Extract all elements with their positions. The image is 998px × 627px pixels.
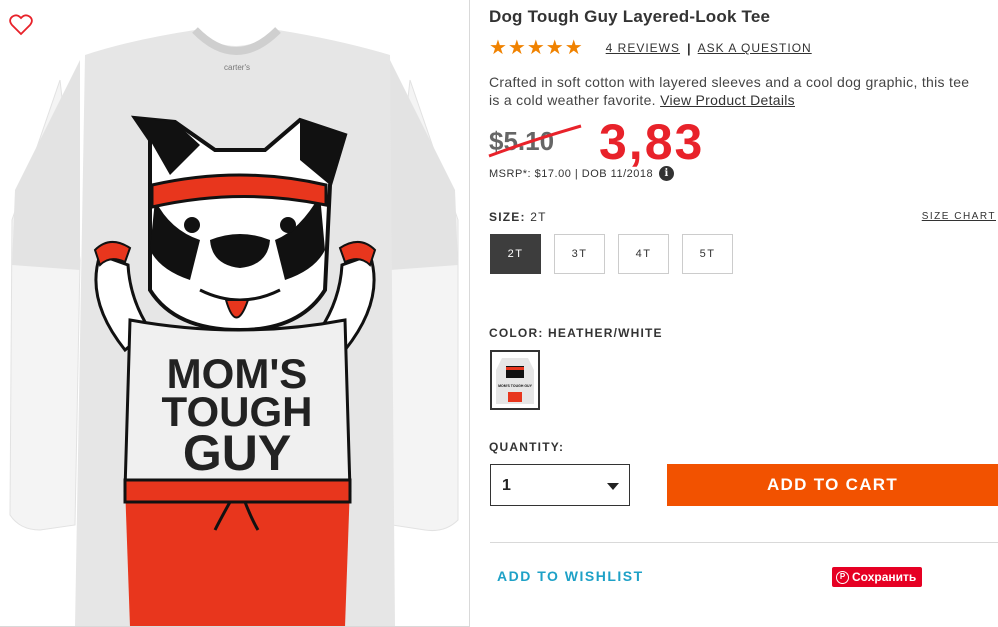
product-title: Dog Tough Guy Layered-Look Tee [489, 7, 771, 26]
quantity-select[interactable]: 1 [490, 464, 630, 506]
ask-question-link[interactable]: ASK A QUESTION [698, 41, 812, 55]
caret-down-icon [607, 483, 619, 490]
size-option-4t[interactable]: 4T [618, 234, 669, 274]
shirt-text-line3: GUY [183, 425, 291, 481]
rating-row: ★★★★★ 4 REVIEWS | ASK A QUESTION [489, 38, 812, 58]
product-image[interactable]: carter's MOM'S TOUGH GUY [0, 0, 470, 627]
size-selected-value: 2T [530, 210, 547, 224]
size-chart-link[interactable]: SIZE CHART [922, 211, 996, 222]
add-to-cart-button[interactable]: ADD TO CART [667, 464, 998, 506]
sale-price: 3,83 [599, 114, 705, 170]
msrp-line: MSRP*: $17.00 | DOB 11/2018 i [489, 166, 675, 181]
add-to-wishlist-link[interactable]: ADD TO WISHLIST [497, 568, 644, 584]
pinterest-save-label: Сохранить [852, 570, 917, 584]
size-option-2t[interactable]: 2T [490, 234, 541, 274]
size-label-text: SIZE: [489, 210, 526, 224]
color-swatch[interactable]: MOM'S TOUGH GUY [490, 350, 540, 410]
swatch-thumbnail: MOM'S TOUGH GUY [494, 354, 536, 406]
color-label: COLOR: HEATHER/WHITE [489, 326, 663, 340]
view-details-link[interactable]: View Product Details [660, 92, 795, 108]
divider [490, 542, 998, 543]
product-description: Crafted in soft cotton with layered slee… [489, 73, 984, 109]
product-image-panel: carter's MOM'S TOUGH GUY [0, 0, 470, 627]
pinterest-icon: P [836, 570, 849, 584]
rating-separator: | [687, 40, 691, 56]
star-rating-icon: ★★★★★ [489, 37, 584, 59]
info-icon[interactable]: i [659, 166, 675, 181]
size-options: 2T 3T 4T 5T [490, 234, 733, 274]
size-label: SIZE: 2T [489, 210, 547, 224]
favorite-heart-icon[interactable] [9, 14, 33, 36]
msrp-text: MSRP*: $17.00 | DOB 11/2018 [489, 167, 654, 180]
reviews-link[interactable]: 4 REVIEWS [606, 41, 680, 55]
swatch-text: MOM'S TOUGH GUY [498, 384, 532, 388]
size-option-5t[interactable]: 5T [682, 234, 733, 274]
quantity-value: 1 [502, 477, 511, 494]
brand-tag: carter's [224, 63, 250, 72]
quantity-label: QUANTITY: [489, 440, 565, 454]
price-strike-mark [488, 124, 582, 158]
size-option-3t[interactable]: 3T [554, 234, 605, 274]
pinterest-save-button[interactable]: P Сохранить [832, 567, 923, 587]
